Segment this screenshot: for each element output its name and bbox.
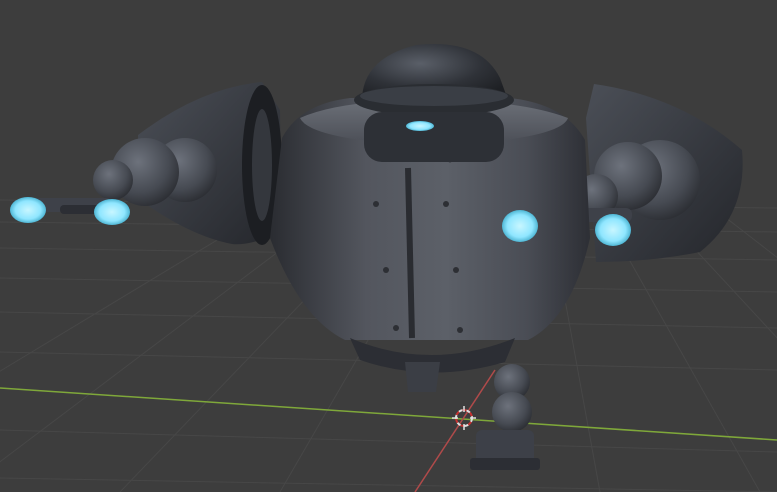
x-axis-line (0, 387, 777, 441)
head (354, 43, 514, 162)
3d-viewport[interactable] (0, 0, 777, 492)
left-arm (30, 82, 282, 245)
